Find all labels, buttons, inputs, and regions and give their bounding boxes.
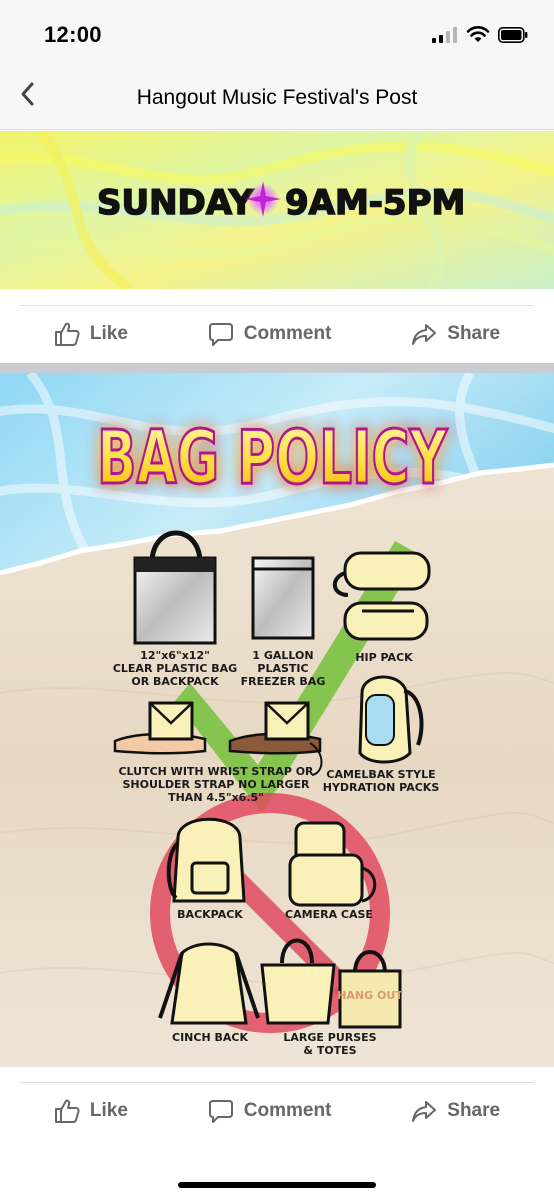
comment-bubble-icon (208, 1098, 234, 1124)
large-purses-label-line2: & TOTES (303, 1044, 356, 1057)
post-separator (0, 363, 554, 373)
banner-time-text: 9AM-5PM (285, 183, 465, 223)
status-bar: 12:00 (0, 0, 554, 62)
clear-bag-label-line3: OR BACKPACK (131, 675, 219, 688)
comment-label: Comment (243, 1100, 332, 1121)
thumbs-up-icon (54, 321, 80, 347)
home-indicator-area (0, 1140, 554, 1200)
camelbak-label-line1: CAMELBAK STYLE (326, 768, 435, 781)
share-arrow-icon (411, 1098, 437, 1124)
clutch-label-line2: SHOULDER STRAP NO LARGER (122, 778, 310, 791)
backpack-label: BACKPACK (177, 908, 243, 921)
post-actions-2: Like Comment Share (0, 1082, 554, 1140)
backpack-icon (166, 817, 246, 903)
camera-case-label: CAMERA CASE (285, 908, 373, 921)
freezer-bag-label-line3: FREEZER BAG (241, 675, 326, 688)
freezer-bag-icon (251, 556, 315, 640)
bag-policy-title: BAG POLICY (96, 414, 450, 503)
like-button[interactable]: Like (54, 1098, 128, 1124)
large-purses-label-line1: LARGE PURSES (283, 1031, 376, 1044)
clear-bag-label-line1: 12"x6"x12" (140, 649, 210, 662)
tote-hangout-logo: HANG OUT (337, 989, 403, 1002)
share-label: Share (447, 323, 501, 344)
post-image-bag-policy[interactable]: BAG POLICY 12"x6"x12" CLEAR PLASTIC BAG … (0, 373, 554, 1067)
wifi-icon (466, 25, 490, 48)
post-image-schedule-banner[interactable]: SUNDAY 9AM-5PM (0, 131, 554, 289)
camelbak-label-line2: HYDRATION PACKS (323, 781, 440, 794)
comment-button[interactable]: Comment (208, 321, 332, 347)
thumbs-up-icon (54, 1098, 80, 1124)
status-time: 12:00 (44, 22, 102, 47)
clear-bag-label-line2: CLEAR PLASTIC BAG (113, 662, 237, 675)
share-button[interactable]: Share (411, 1098, 500, 1124)
share-label: Share (447, 1100, 501, 1121)
comment-button[interactable]: Comment (208, 1098, 332, 1124)
status-icons (432, 25, 528, 48)
cellular-signal-icon (432, 27, 458, 48)
home-indicator[interactable] (178, 1182, 376, 1188)
like-button[interactable]: Like (54, 321, 128, 347)
page-title: Hangout Music Festival's Post (136, 86, 418, 109)
freezer-bag-label-line2: PLASTIC (257, 662, 308, 675)
share-button[interactable]: Share (411, 321, 500, 347)
clutch-label-line1: CLUTCH WITH WRIST STRAP OR (118, 765, 314, 778)
post-actions-1: Like Comment Share (0, 305, 554, 363)
like-label: Like (89, 1100, 128, 1121)
banner-day-text: SUNDAY (97, 183, 254, 223)
nav-bar: Hangout Music Festival's Post (0, 62, 554, 130)
share-arrow-icon (411, 321, 437, 347)
clutch-label-line3: THAN 4.5"x6.5" (168, 791, 264, 804)
hip-pack-label: HIP PACK (355, 651, 413, 664)
like-label: Like (89, 323, 128, 344)
svg-text:BAG POLICY: BAG POLICY (97, 415, 448, 501)
cinch-back-label: CINCH BACK (172, 1031, 248, 1044)
comment-bubble-icon (208, 321, 234, 347)
battery-icon (498, 27, 528, 48)
comment-label: Comment (243, 323, 332, 344)
freezer-bag-label-line1: 1 GALLON (252, 649, 313, 662)
